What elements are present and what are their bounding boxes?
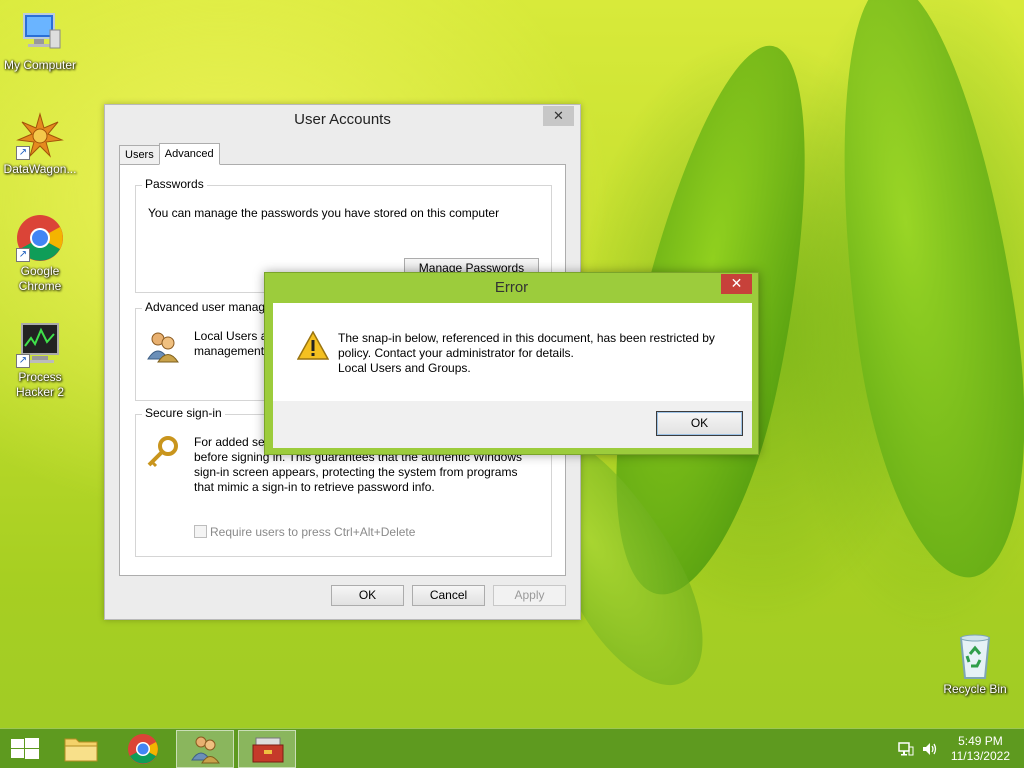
desktop-icon-label: Google Chrome xyxy=(18,264,62,293)
checkbox-label: Require users to press Ctrl+Alt+Delete xyxy=(210,525,416,539)
error-message: The snap-in below, referenced in this do… xyxy=(338,331,715,375)
wallpaper-leaf xyxy=(809,0,1024,589)
warning-icon xyxy=(296,330,330,361)
desktop-icon-my-computer[interactable]: My Computer xyxy=(0,8,80,73)
toolbox-icon xyxy=(252,737,284,763)
recycle-bin-icon xyxy=(951,632,999,680)
chrome-icon xyxy=(128,734,158,764)
desktop-icon-google-chrome[interactable]: ↗ Google Chrome xyxy=(0,214,80,294)
ok-button[interactable]: OK xyxy=(331,585,404,606)
shortcut-arrow-icon: ↗ xyxy=(16,248,30,262)
taskbar-user-accounts[interactable] xyxy=(176,730,234,768)
desktop-icon-label: Recycle Bin xyxy=(943,682,1007,696)
clock-time: 5:49 PM xyxy=(958,734,1003,748)
dialog-title: Error xyxy=(494,279,529,296)
desktop-icon-recycle-bin[interactable]: Recycle Bin xyxy=(935,632,1015,697)
taskbar: 5:49 PM 11/13/2022 xyxy=(0,728,1024,768)
advanced-mgmt-description: Local Users ar management xyxy=(194,329,271,358)
start-button[interactable] xyxy=(0,730,58,768)
close-button[interactable]: ✕ xyxy=(721,274,752,294)
key-icon xyxy=(146,435,180,469)
tab-strip: Users Advanced xyxy=(119,143,220,165)
shortcut-arrow-icon: ↗ xyxy=(16,146,30,160)
group-title: Secure sign-in xyxy=(142,406,225,420)
taskbar-toolbox[interactable] xyxy=(238,730,296,768)
process-hacker-icon: ↗ xyxy=(16,320,64,368)
group-title: Advanced user manage xyxy=(142,300,275,314)
volume-icon[interactable] xyxy=(922,741,938,757)
shortcut-arrow-icon: ↗ xyxy=(16,354,30,368)
users-icon xyxy=(146,329,180,363)
desktop-icon-label: My Computer xyxy=(3,58,77,72)
dialog-body: The snap-in below, referenced in this do… xyxy=(273,303,752,448)
apply-button[interactable]: Apply xyxy=(493,585,566,606)
checkbox[interactable] xyxy=(194,525,207,538)
chrome-icon: ↗ xyxy=(16,214,64,262)
close-icon: ✕ xyxy=(553,108,564,123)
close-button[interactable]: ✕ xyxy=(543,106,574,126)
ctrl-alt-delete-checkbox-row[interactable]: Require users to press Ctrl+Alt+Delete xyxy=(194,525,415,539)
close-icon: ✕ xyxy=(730,275,743,291)
window-title: User Accounts xyxy=(294,111,391,128)
desktop-icon-process-hacker[interactable]: ↗ Process Hacker 2 xyxy=(0,320,80,400)
folder-icon xyxy=(64,738,98,762)
users-icon xyxy=(191,736,220,764)
taskbar-chrome[interactable] xyxy=(114,730,172,768)
desktop-icon-datawagon[interactable]: ↗ DataWagon... xyxy=(0,112,80,177)
desktop-icon-label: DataWagon... xyxy=(3,162,77,176)
group-title: Passwords xyxy=(142,177,207,191)
ok-button[interactable]: OK xyxy=(656,411,743,436)
dialog-footer: OK xyxy=(273,401,752,448)
tab-advanced[interactable]: Advanced xyxy=(158,143,220,165)
passwords-description: You can manage the passwords you have st… xyxy=(148,206,500,220)
system-clock[interactable]: 5:49 PM 11/13/2022 xyxy=(951,734,1010,764)
datawagon-logo-icon: ↗ xyxy=(16,112,64,160)
error-dialog: Error ✕ The snap-in below, referenced in… xyxy=(264,272,759,455)
network-icon[interactable] xyxy=(898,741,914,757)
windows-logo-icon xyxy=(11,738,39,759)
cancel-button[interactable]: Cancel xyxy=(412,585,485,606)
tab-users[interactable]: Users xyxy=(119,145,160,165)
taskbar-file-explorer[interactable] xyxy=(52,730,110,768)
desktop-icon-label: Process Hacker 2 xyxy=(15,370,65,399)
computer-icon xyxy=(16,8,64,56)
clock-date: 11/13/2022 xyxy=(950,749,1010,763)
